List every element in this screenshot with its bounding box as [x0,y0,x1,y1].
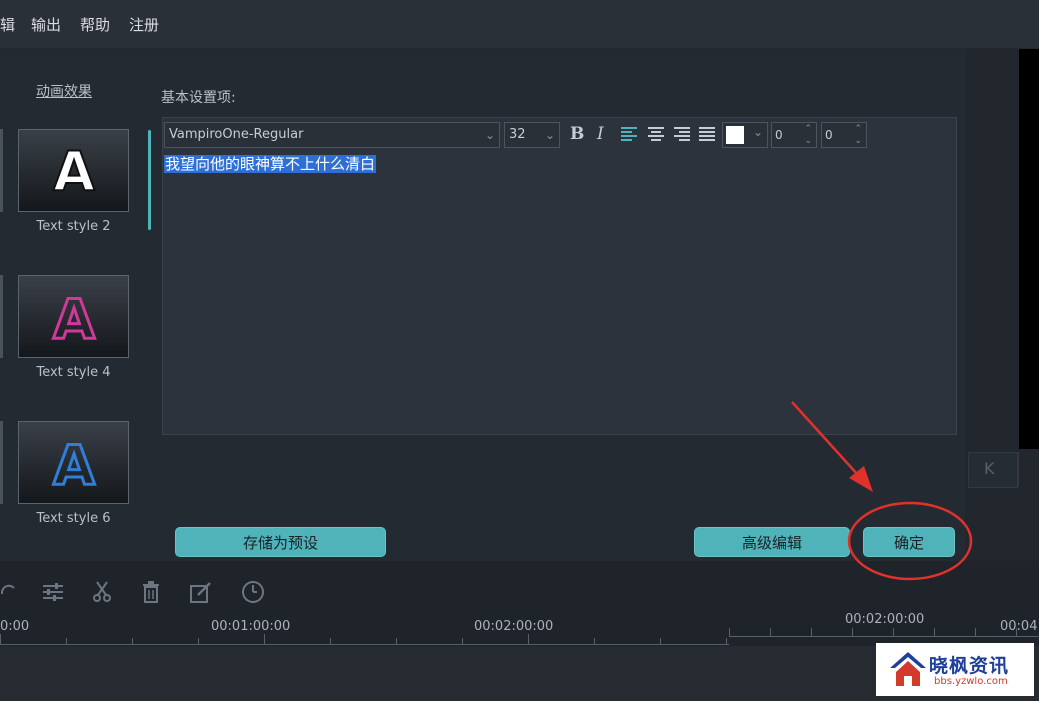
ruler-tick [0,634,1,644]
ruler-tick [770,628,771,636]
italic-button[interactable]: I [597,124,604,144]
ruler-tick [934,628,935,636]
timeline-ruler[interactable] [0,644,729,645]
ruler-tick [264,634,265,644]
style-glyph: A [53,288,95,351]
text-style-4-thumbnail[interactable]: A [18,275,129,358]
font-size-value: 32 [509,127,526,142]
ruler-tick [132,638,133,644]
confirm-button[interactable]: 确定 [863,527,955,557]
timecode: 00:01:00:00 [211,619,291,634]
timeline-ruler-zoom[interactable] [729,636,1039,637]
ruler-tick [528,634,529,644]
ruler-tick [330,638,331,644]
color-swatch [726,126,744,144]
font-size-select[interactable]: 32 ⌄ [504,122,560,148]
save-preset-button[interactable]: 存储为预设 [175,527,386,557]
selected-text[interactable]: 我望向他的眼神算不上什么清白 [164,155,377,173]
k-label: K [984,459,995,478]
adjust-icon[interactable] [42,580,64,604]
playback-control-2[interactable] [1018,452,1039,486]
menu-bar: 辑 输出 帮助 注册 [0,0,1039,49]
ruler-tick [66,638,67,644]
watermark-title: 晓枫资讯 [929,655,1010,677]
menu-edit[interactable]: 辑 [0,14,15,35]
text-style-2-thumbnail[interactable]: A [18,129,129,212]
chevron-down-icon: ⌄ [752,125,763,139]
ruler-tick [811,628,812,636]
tab-animation-effects[interactable]: 动画效果 [36,81,92,101]
timecode: 00:02:00:00 [474,619,554,634]
spacing-stepper-1[interactable]: 0 ⌃ ⌄ [771,122,817,148]
clock-icon[interactable] [241,580,265,604]
format-toolbar: VampiroOne-Regular ⌄ 32 ⌄ B I ⌄ 0 ⌃ ⌄ 0 ⌃… [164,120,954,152]
menu-export[interactable]: 输出 [31,14,61,35]
redo-icon[interactable] [0,580,16,604]
style-thumb-partial[interactable] [0,421,3,504]
text-style-4-label: Text style 4 [36,365,111,380]
watermark-logo: 晓枫资讯 bbs.yzwlo.com [876,643,1034,696]
spin-value-1: 0 [775,128,783,142]
scroll-indicator[interactable] [148,130,151,230]
style-thumb-partial[interactable] [0,129,3,212]
timecode: 00:04 [1000,619,1038,634]
ruler-tick [852,628,853,636]
timecode: 00:02:00:00 [845,612,925,627]
up-down-icon[interactable]: ⌃ ⌄ [854,123,862,147]
style-glyph: A [53,140,95,203]
bold-button[interactable]: B [570,124,584,144]
preview-canvas [1019,49,1039,449]
chevron-down-icon: ⌄ [484,128,495,142]
ruler-tick [660,638,661,644]
spacing-stepper-2[interactable]: 0 ⌃ ⌄ [821,122,867,148]
watermark-url: bbs.yzwlo.com [934,676,1008,687]
spin-value-2: 0 [825,128,833,142]
align-right-icon[interactable] [674,127,690,141]
font-family-value: VampiroOne-Regular [169,127,304,142]
ruler-tick [594,638,595,644]
ruler-tick [462,638,463,644]
text-style-6-label: Text style 6 [36,511,111,526]
ruler-tick [893,628,894,636]
text-color-picker[interactable]: ⌄ [722,122,768,148]
text-style-6-thumbnail[interactable]: A [18,421,129,504]
ruler-tick [1016,628,1017,636]
align-justify-icon[interactable] [699,127,715,141]
align-center-icon[interactable] [648,127,664,141]
ruler-tick [729,628,730,636]
house-logo-icon [890,652,926,686]
text-style-2-label: Text style 2 [36,219,111,234]
basic-settings-label: 基本设置项: [161,90,236,106]
menu-help[interactable]: 帮助 [80,14,110,35]
ruler-tick [975,628,976,636]
timecode: 0:00 [0,619,30,634]
font-family-select[interactable]: VampiroOne-Regular ⌄ [164,122,500,148]
up-down-icon[interactable]: ⌃ ⌄ [804,123,812,147]
ruler-tick [726,638,727,644]
style-glyph: A [53,434,95,497]
chevron-down-icon: ⌄ [544,128,555,142]
advanced-edit-button[interactable]: 高级编辑 [694,527,850,557]
align-left-icon[interactable] [621,127,637,141]
trash-icon[interactable] [141,580,161,604]
style-thumb-partial[interactable] [0,275,3,358]
ruler-tick [396,638,397,644]
scissors-icon[interactable] [92,580,112,604]
edit-icon[interactable] [189,580,213,604]
menu-register[interactable]: 注册 [129,14,159,35]
ruler-tick [198,638,199,644]
